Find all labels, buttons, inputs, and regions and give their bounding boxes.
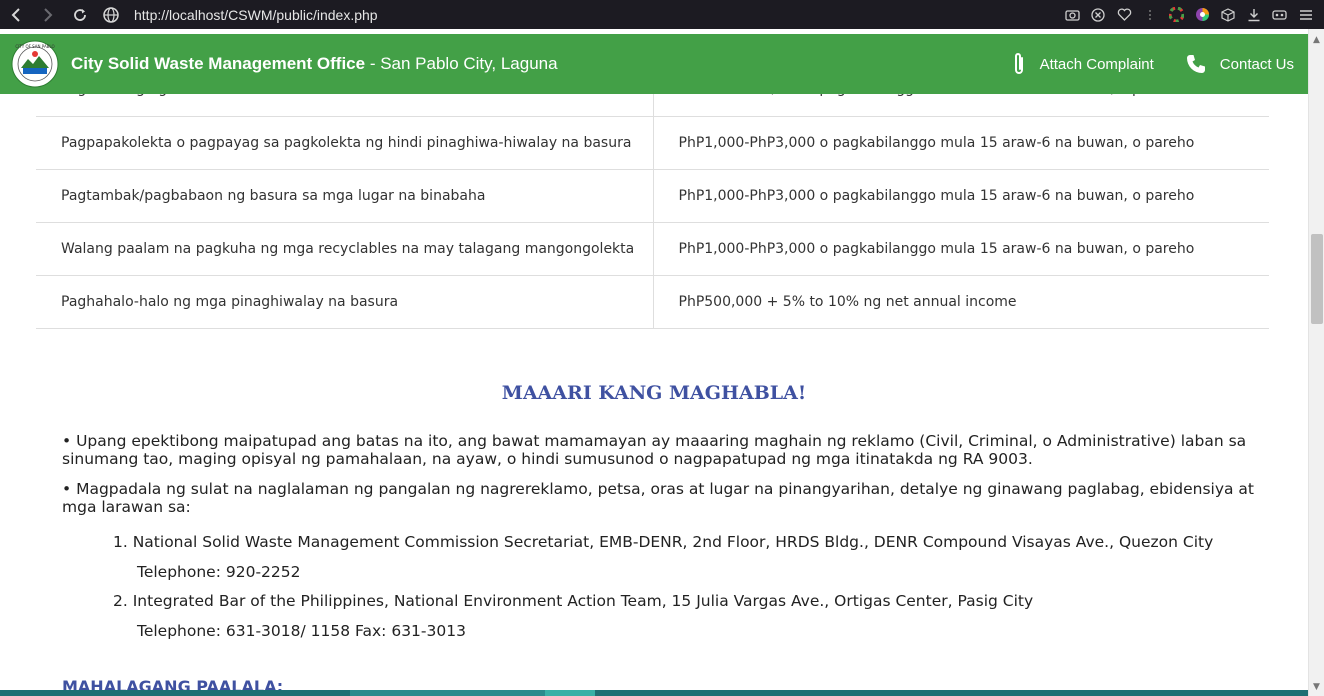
browser-toolbar: http://localhost/CSWM/public/index.php [0, 0, 1324, 29]
violation-cell: Pagtambak/pagbabaon ng basura sa mga lug… [36, 169, 654, 223]
section-title: MAAARI KANG MAGHABLA! [501, 382, 807, 404]
telephone-ibp: Telephone: 631-3018/ 1158 Fax: 631-3013 [137, 622, 466, 640]
blocker-icon[interactable] [1090, 7, 1106, 23]
violation-cell: Pagpapakolekta o pagpayag sa pagkolekta … [36, 116, 654, 170]
paragraph-send-letter: • Magpadala ng sulat na naglalaman ng pa… [62, 480, 1254, 516]
url-text: http://localhost/CSWM/public/index.php [134, 6, 378, 23]
download-icon[interactable] [1246, 7, 1262, 23]
table-row: Pagpapakolekta o pagpayag sa pagkolekta … [36, 116, 1269, 170]
vertical-scrollbar[interactable]: ▲ ▼ [1308, 29, 1324, 696]
scrollbar-thumb[interactable] [1311, 234, 1323, 324]
footer-strip [0, 690, 1308, 696]
cube-icon[interactable] [1220, 7, 1236, 23]
palette-icon[interactable] [1194, 7, 1210, 23]
attach-complaint-link[interactable]: Attach Complaint [1012, 52, 1154, 76]
site-title-location: - San Pablo City, Laguna [365, 54, 558, 73]
forward-icon[interactable] [32, 0, 64, 29]
penalty-cell: PhP1,000-PhP3,000 o pagkabilanggo mula 1… [653, 169, 1269, 223]
heart-icon[interactable] [1116, 7, 1132, 23]
paragraph-file-complaint: • Upang epektibong maipatupad ang batas … [62, 432, 1247, 468]
site-title[interactable]: City Solid Waste Management Office - San… [71, 54, 558, 74]
table-row: Pagtambak/pagbabaon ng basura sa mga lug… [36, 169, 1269, 223]
scroll-up-icon[interactable]: ▲ [1313, 35, 1320, 45]
site-title-bold: City Solid Waste Management Office [71, 54, 366, 73]
penalty-cell: PhP1,000-PhP3,000 o pagkabilanggo mula 1… [653, 116, 1269, 170]
battery-icon[interactable] [1272, 7, 1288, 23]
paperclip-icon [1012, 52, 1026, 76]
contact-us-link[interactable]: Contact Us [1186, 54, 1294, 74]
violation-cell: Walang paalam na pagkuha ng mga recyclab… [36, 222, 654, 276]
reload-icon[interactable] [64, 0, 96, 29]
footer-strip-segment [350, 690, 545, 696]
phone-icon [1186, 54, 1206, 74]
table-row: Walang paalam na pagkuha ng mga recyclab… [36, 222, 1269, 276]
address-ibp: 2. Integrated Bar of the Philippines, Na… [113, 592, 1034, 610]
site-header: CITY OF SAN PABLO City Solid Waste Manag… [0, 34, 1308, 94]
svg-text:CITY OF SAN PABLO: CITY OF SAN PABLO [15, 44, 54, 49]
page-viewport: Pagsusunog ng basuraPhP300-PhP1,000 o pa… [0, 29, 1308, 696]
menu-icon[interactable] [1298, 7, 1314, 23]
table-row: Paghahalo-halo ng mga pinaghiwalay na ba… [36, 275, 1269, 329]
divider-icon [1142, 7, 1158, 23]
globe-icon [103, 6, 119, 23]
telephone-nswmc: Telephone: 920-2252 [137, 563, 301, 581]
address-nswmc: 1. National Solid Waste Management Commi… [113, 533, 1214, 551]
penalty-table: Pagsusunog ng basuraPhP300-PhP1,000 o pa… [36, 63, 1269, 329]
camera-icon[interactable] [1064, 7, 1080, 23]
city-seal-logo: CITY OF SAN PABLO [11, 40, 59, 88]
violation-cell: Paghahalo-halo ng mga pinaghiwalay na ba… [36, 275, 654, 329]
contact-us-label: Contact Us [1219, 55, 1294, 73]
penalty-cell: PhP500,000 + 5% to 10% ng net annual inc… [653, 275, 1269, 329]
scroll-down-icon[interactable]: ▼ [1313, 682, 1320, 692]
attach-complaint-label: Attach Complaint [1039, 55, 1154, 73]
penalty-cell: PhP1,000-PhP3,000 o pagkabilanggo mula 1… [653, 222, 1269, 276]
color-wheel-icon[interactable] [1168, 7, 1184, 23]
address-bar[interactable]: http://localhost/CSWM/public/index.php [102, 6, 378, 24]
back-icon[interactable] [0, 0, 32, 29]
footer-strip-segment [545, 690, 595, 696]
